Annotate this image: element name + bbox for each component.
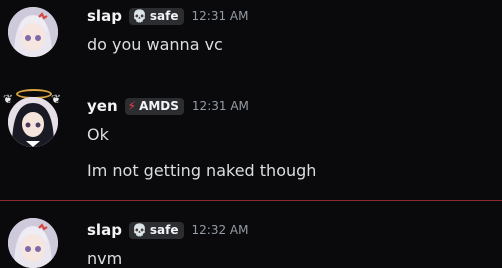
message-header: yen ⚡ AMDS 12:31 AM [87,95,249,117]
timestamp[interactable]: 12:31 AM [192,99,249,113]
server-tag[interactable]: 💀 safe [128,221,184,239]
username[interactable]: slap [87,221,122,239]
new-messages-divider [0,200,502,201]
message-text: nvm [87,249,123,268]
message-text: Ok [87,125,109,144]
server-tag-label: AMDS [139,99,179,113]
wing-decoration-right: ❦ [51,92,62,106]
username[interactable]: yen [87,97,118,115]
skull-icon: 💀 [131,223,147,237]
message-text: do you wanna vc [87,35,223,54]
timestamp[interactable]: 12:31 AM [192,9,249,23]
avatar[interactable] [8,7,58,57]
timestamp[interactable]: 12:32 AM [192,223,249,237]
server-tag-label: safe [149,9,179,23]
server-tag-label: safe [149,223,179,237]
message-header: slap 💀 safe 12:31 AM [87,5,248,27]
skull-icon: 💀 [131,9,147,23]
server-tag[interactable]: ⚡ AMDS [124,97,184,115]
avatar[interactable] [8,218,58,268]
server-tag[interactable]: 💀 safe [128,7,184,25]
lightning-icon: ⚡ [127,99,137,113]
wing-decoration-left: ❦ [3,92,14,106]
message-header: slap 💀 safe 12:32 AM [87,219,248,241]
avatar[interactable] [8,97,58,147]
message-text: Im not getting naked though [87,161,317,180]
username[interactable]: slap [87,7,122,25]
